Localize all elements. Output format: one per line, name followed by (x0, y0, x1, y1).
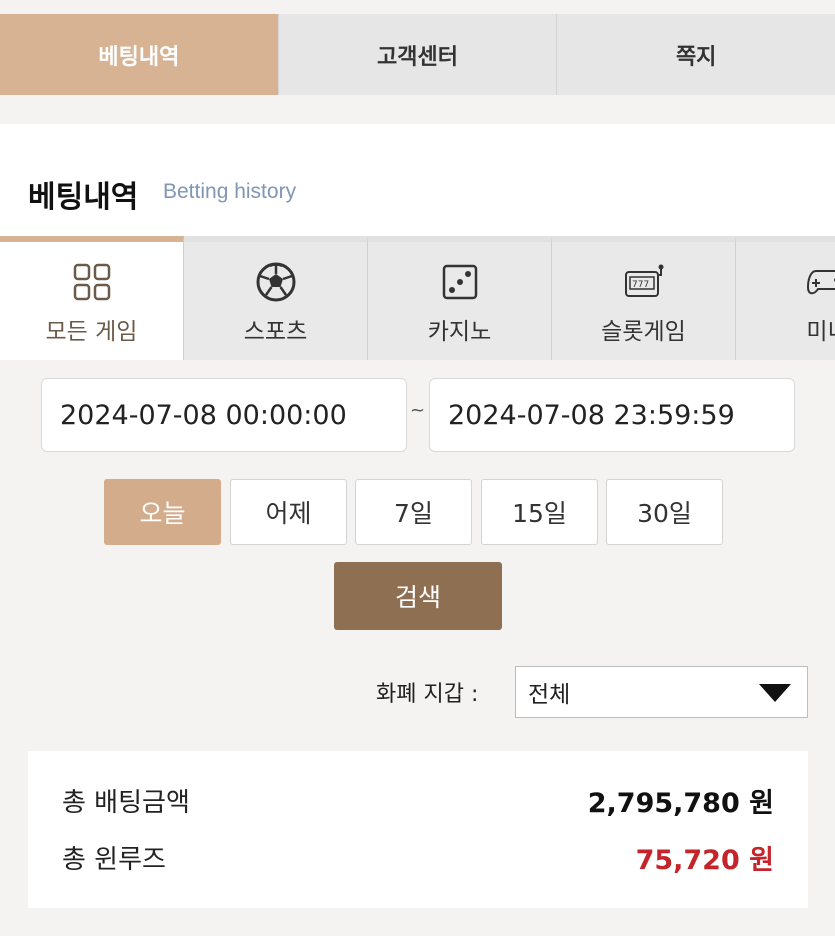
game-tab-sports[interactable]: 스포츠 (184, 236, 368, 360)
dice-icon (438, 260, 482, 304)
currency-wallet-label: 화폐 지갑 : (376, 682, 479, 707)
total-winloss-label: 총 윈루즈 (62, 844, 166, 875)
game-tab-label: 카지노 (427, 319, 492, 345)
game-tab-label: 슬롯게임 (601, 319, 686, 345)
summary-card: 총 배팅금액 2,795,780 원 총 윈루즈 75,720 원 (28, 751, 808, 908)
range-yesterday-button[interactable]: 어제 (230, 479, 347, 545)
end-date-input[interactable]: 2024-07-08 23:59:59 (429, 378, 795, 452)
start-date-input[interactable]: 2024-07-08 00:00:00 (41, 378, 407, 452)
range-30days-button[interactable]: 30일 (606, 479, 723, 545)
range-15days-button[interactable]: 15일 (481, 479, 598, 545)
game-tab-label: 스포츠 (243, 319, 308, 345)
total-bet-row: 총 배팅금액 2,795,780 원 (62, 780, 774, 820)
currency-wallet-select[interactable]: 전체 (515, 666, 808, 718)
game-tab-casino[interactable]: 카지노 (368, 236, 552, 360)
range-today-button[interactable]: 오늘 (104, 479, 221, 545)
search-button[interactable]: 검색 (334, 562, 502, 630)
top-tabs: 베팅내역 고객센터 쪽지 (0, 14, 835, 95)
total-winloss-value: 75,720 원 (635, 844, 774, 876)
tab-betting-history[interactable]: 베팅내역 (0, 14, 279, 95)
grid-icon (70, 260, 114, 304)
page-title: 베팅내역 (28, 180, 139, 215)
tab-messages[interactable]: 쪽지 (557, 14, 835, 95)
game-tab-mini[interactable]: 미니 (736, 236, 835, 360)
tab-customer-center[interactable]: 고객센터 (278, 14, 558, 95)
game-tab-label: 모든 게임 (45, 319, 138, 345)
currency-selected-value: 전체 (528, 682, 571, 708)
slot-machine-icon: 777 (622, 260, 666, 304)
page-subtitle: Betting history (163, 180, 297, 203)
page-header: 베팅내역 Betting history (0, 124, 835, 236)
caret-down-icon (759, 684, 791, 702)
game-tab-all[interactable]: 모든 게임 (0, 236, 184, 360)
game-tab-slots[interactable]: 777 슬롯게임 (552, 236, 736, 360)
date-separator: ~ (410, 400, 426, 421)
game-tabs: 모든 게임 스포츠 카지노 777 슬롯게임 미 (0, 236, 835, 360)
gamepad-icon (806, 260, 835, 304)
svg-text:777: 777 (632, 280, 649, 290)
range-7days-button[interactable]: 7일 (355, 479, 472, 545)
game-tab-label: 미니 (806, 319, 835, 345)
total-winloss-row: 총 윈루즈 75,720 원 (62, 837, 774, 877)
total-bet-label: 총 배팅금액 (62, 787, 190, 818)
total-bet-value: 2,795,780 원 (587, 787, 774, 819)
soccer-ball-icon (254, 260, 298, 304)
